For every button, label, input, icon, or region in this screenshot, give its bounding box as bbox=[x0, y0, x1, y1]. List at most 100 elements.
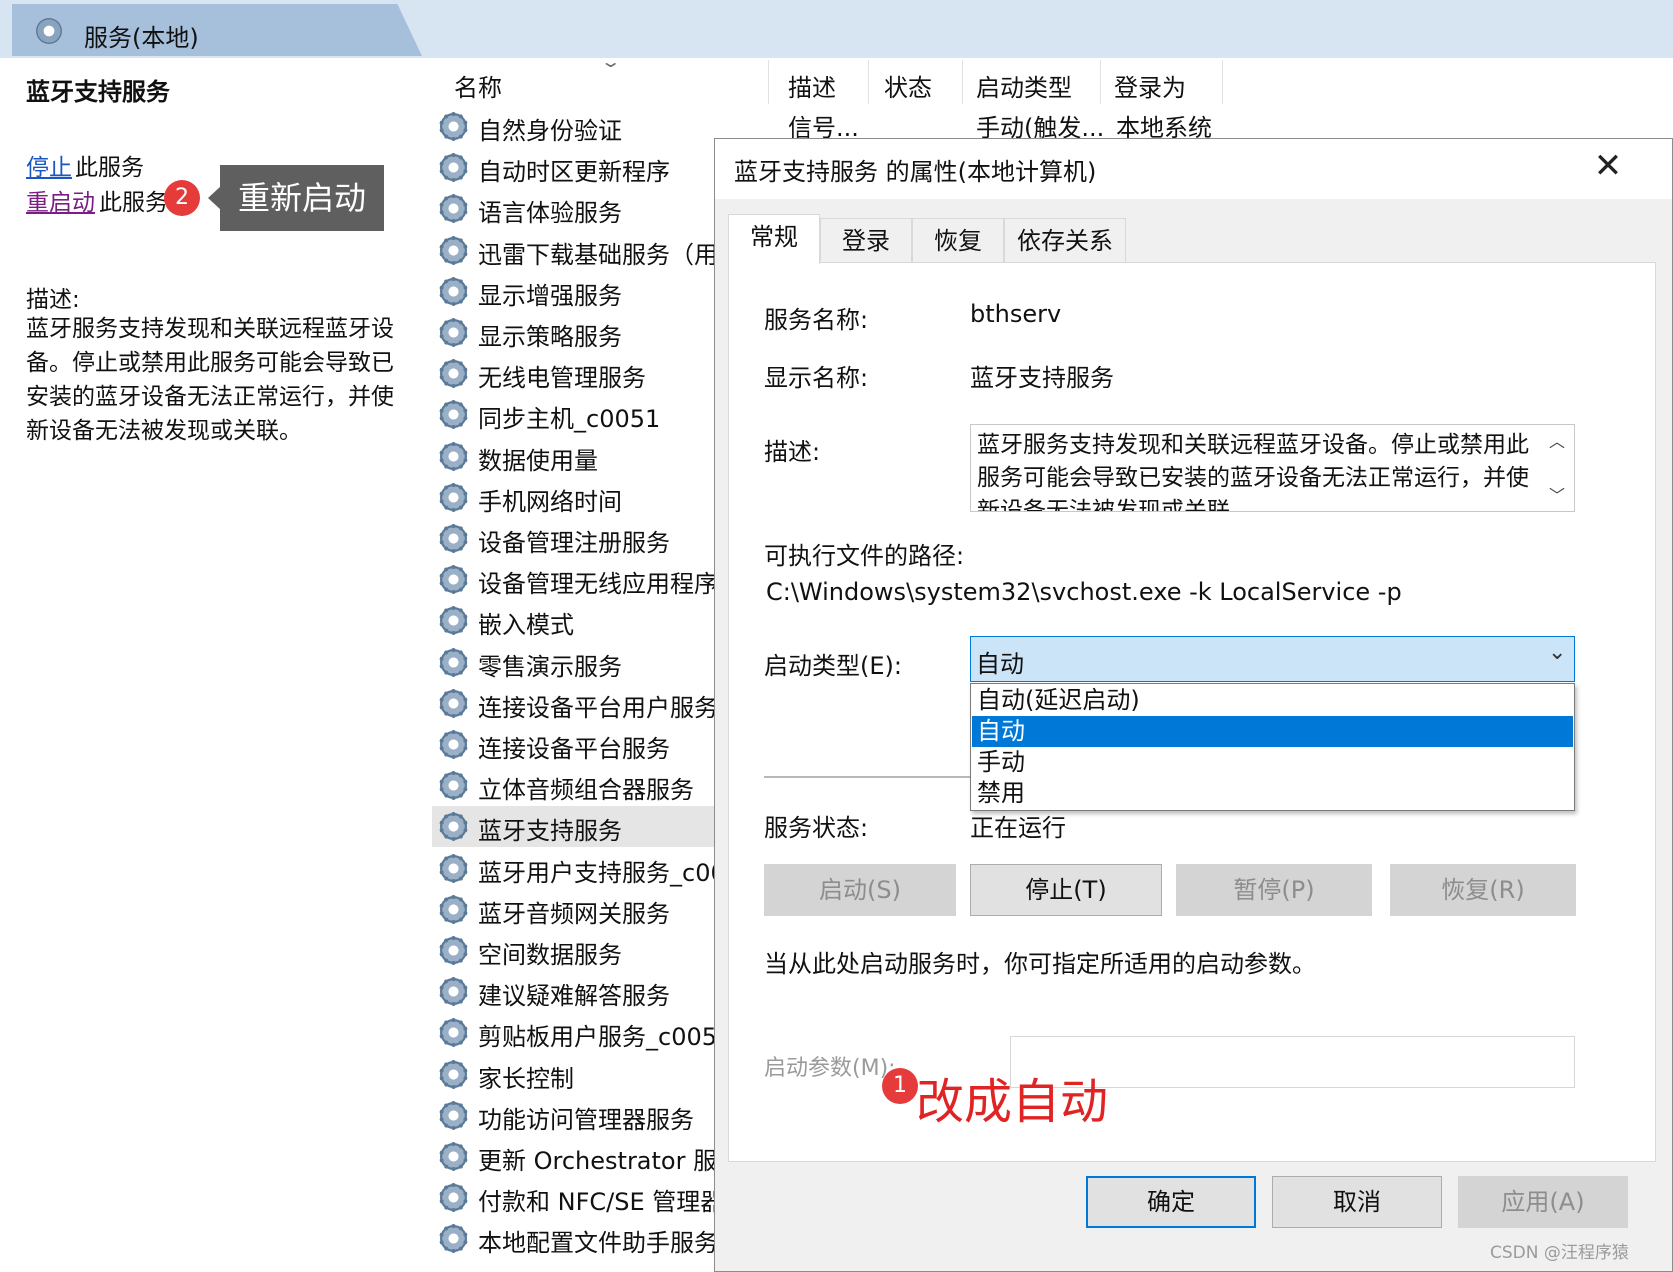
sort-chevron-icon: ⌄ bbox=[599, 52, 622, 71]
service-gear-icon bbox=[439, 112, 468, 141]
service-gear-icon bbox=[439, 730, 468, 759]
service-name: 设备管理无线应用程序协 bbox=[478, 570, 732, 599]
service-status-label: 服务状态: bbox=[764, 814, 869, 842]
list-item[interactable]: 建议疑难解答服务 bbox=[432, 971, 732, 1012]
service-gear-icon bbox=[439, 441, 468, 471]
column-logon-as[interactable]: 登录为 bbox=[1114, 68, 1186, 103]
change-to-auto-note: 改成自动 bbox=[916, 1074, 1109, 1130]
resume-button[interactable]: 恢复(R) bbox=[1390, 864, 1576, 916]
service-status-value: 正在运行 bbox=[970, 814, 1066, 842]
list-item[interactable]: 显示增强服务 bbox=[432, 271, 732, 312]
list-item[interactable]: 家长控制 bbox=[432, 1054, 732, 1095]
list-item[interactable]: 同步主机_c0051 bbox=[432, 394, 732, 435]
list-item[interactable]: 更新 Orchestrator 服务 bbox=[432, 1136, 732, 1177]
service-name: 空间数据服务 bbox=[478, 941, 622, 969]
startup-type-dropdown[interactable]: 自动(延迟启动) 自动 手动 禁用 bbox=[970, 683, 1575, 811]
service-name: 自动时区更新程序 bbox=[478, 158, 670, 187]
list-item[interactable]: 数据使用量 bbox=[432, 436, 732, 477]
apply-button[interactable]: 应用(A) bbox=[1458, 1176, 1628, 1228]
startup-type-selected-value: 自动 bbox=[976, 650, 1024, 678]
pause-button[interactable]: 暂停(P) bbox=[1176, 864, 1372, 916]
service-name: 自然身份验证 bbox=[478, 117, 622, 145]
column-startup-type[interactable]: 启动类型 bbox=[976, 68, 1072, 103]
service-gear-icon bbox=[439, 1142, 468, 1171]
service-name: 连接设备平台服务 bbox=[478, 735, 670, 763]
service-gear-icon bbox=[439, 771, 468, 801]
restart-service-link[interactable]: 重启动 bbox=[26, 183, 95, 217]
list-item[interactable]: 蓝牙用户支持服务_c0051 bbox=[432, 848, 732, 889]
list-item[interactable]: 本地配置文件助手服务 bbox=[432, 1218, 732, 1259]
stop-service-link[interactable]: 停止 bbox=[26, 148, 72, 182]
startup-type-option[interactable]: 手动 bbox=[972, 747, 1573, 778]
list-item[interactable]: 语言体验服务 bbox=[432, 188, 732, 229]
ok-button[interactable]: 确定 bbox=[1086, 1176, 1256, 1228]
service-name: 建议疑难解答服务 bbox=[478, 982, 670, 1011]
column-divider[interactable] bbox=[868, 60, 869, 104]
list-item[interactable]: 剪贴板用户服务_c0051 bbox=[432, 1012, 732, 1053]
selected-service-title: 蓝牙支持服务 bbox=[26, 78, 170, 106]
tab-dependencies[interactable]: 依存关系 bbox=[1004, 218, 1126, 262]
list-item[interactable]: 空间数据服务 bbox=[432, 930, 732, 971]
services-gear-icon bbox=[36, 18, 62, 44]
startup-type-option[interactable]: 禁用 bbox=[972, 778, 1573, 809]
startup-type-option[interactable]: 自动 bbox=[972, 716, 1573, 747]
service-name: 手机网络时间 bbox=[478, 487, 622, 516]
service-name: 功能访问管理器服务 bbox=[478, 1105, 694, 1134]
service-gear-icon bbox=[439, 359, 468, 389]
service-gear-icon bbox=[439, 400, 468, 430]
dialog-description-label: 描述: bbox=[764, 438, 821, 466]
tab-logon[interactable]: 登录 bbox=[820, 218, 912, 262]
column-divider[interactable] bbox=[768, 60, 769, 104]
description-box[interactable]: 蓝牙服务支持发现和关联远程蓝牙设备。停止或禁用此服务可能会导致已安装的蓝牙设备无… bbox=[970, 424, 1575, 512]
startup-type-option[interactable]: 自动(延迟启动) bbox=[972, 685, 1573, 716]
start-button[interactable]: 启动(S) bbox=[764, 864, 956, 916]
close-icon[interactable]: ✕ bbox=[1588, 146, 1628, 186]
services-list[interactable]: 自然身份验证自动时区更新程序 语言体验服务迅雷下载基础服务（用于 显示增强服务显示策… bbox=[432, 106, 732, 1272]
tab-general[interactable]: 常规 bbox=[728, 214, 820, 264]
list-item[interactable]: 嵌入模式 bbox=[432, 600, 732, 641]
chevron-down-icon[interactable]: ⌄ bbox=[1548, 640, 1566, 665]
list-item[interactable]: 手机网络时间 bbox=[432, 477, 732, 518]
service-name: 立体音频组合器服务 bbox=[478, 776, 694, 805]
service-name: 无线电管理服务 bbox=[478, 364, 646, 393]
list-item[interactable]: 设备管理注册服务 bbox=[432, 518, 732, 559]
list-item[interactable]: 设备管理无线应用程序协 bbox=[432, 559, 732, 600]
startup-type-select[interactable] bbox=[970, 636, 1575, 682]
service-name: 零售演示服务 bbox=[478, 652, 622, 681]
list-item[interactable]: 功能访问管理器服务 bbox=[432, 1095, 732, 1136]
column-divider[interactable] bbox=[1222, 60, 1223, 104]
list-item[interactable]: 立体音频组合器服务 bbox=[432, 765, 732, 806]
list-item[interactable]: 付款和 NFC/SE 管理器 bbox=[432, 1177, 732, 1218]
service-name: 迅雷下载基础服务（用于 bbox=[478, 240, 732, 269]
service-name: 显示策略服务 bbox=[478, 323, 622, 351]
cancel-button[interactable]: 取消 bbox=[1272, 1176, 1442, 1228]
tab-recovery[interactable]: 恢复 bbox=[912, 218, 1004, 262]
column-divider[interactable] bbox=[962, 60, 963, 104]
list-item[interactable]: 连接设备平台用户服务_c bbox=[432, 683, 732, 724]
service-gear-icon bbox=[439, 853, 468, 883]
scroll-up-icon[interactable]: ︿ bbox=[1549, 428, 1565, 452]
list-item[interactable]: 无线电管理服务 bbox=[432, 353, 732, 394]
service-detail-panel bbox=[12, 58, 422, 1272]
executable-path-label: 可执行文件的路径: bbox=[764, 542, 965, 570]
restart-callout: 重新启动 bbox=[220, 165, 384, 231]
list-item[interactable]: 连接设备平台服务 bbox=[432, 724, 732, 765]
list-item[interactable]: 零售演示服务 bbox=[432, 642, 732, 683]
list-item[interactable]: 自然身份验证 bbox=[432, 106, 732, 147]
watermark: CSDN @汪程序猿 bbox=[1490, 1243, 1629, 1263]
column-divider[interactable] bbox=[1100, 60, 1101, 104]
stop-button[interactable]: 停止(T) bbox=[970, 864, 1162, 916]
startup-params-hint: 当从此处启动服务时，你可指定所适用的启动参数。 bbox=[764, 950, 1316, 978]
list-item[interactable]: 蓝牙支持服务 bbox=[432, 806, 732, 848]
column-status[interactable]: 状态 bbox=[884, 68, 932, 103]
list-item[interactable]: 自动时区更新程序 bbox=[432, 147, 732, 188]
list-item[interactable]: 蓝牙音频网关服务 bbox=[432, 889, 732, 930]
services-header-tab bbox=[12, 4, 422, 56]
column-description[interactable]: 描述 bbox=[788, 68, 836, 103]
service-gear-icon bbox=[439, 194, 468, 224]
service-gear-icon bbox=[439, 606, 468, 636]
scroll-down-icon[interactable]: ﹀ bbox=[1549, 482, 1565, 506]
column-name[interactable]: 名称 bbox=[454, 68, 502, 103]
list-item[interactable]: 迅雷下载基础服务（用于 bbox=[432, 230, 732, 271]
list-item[interactable]: 显示策略服务 bbox=[432, 312, 732, 353]
